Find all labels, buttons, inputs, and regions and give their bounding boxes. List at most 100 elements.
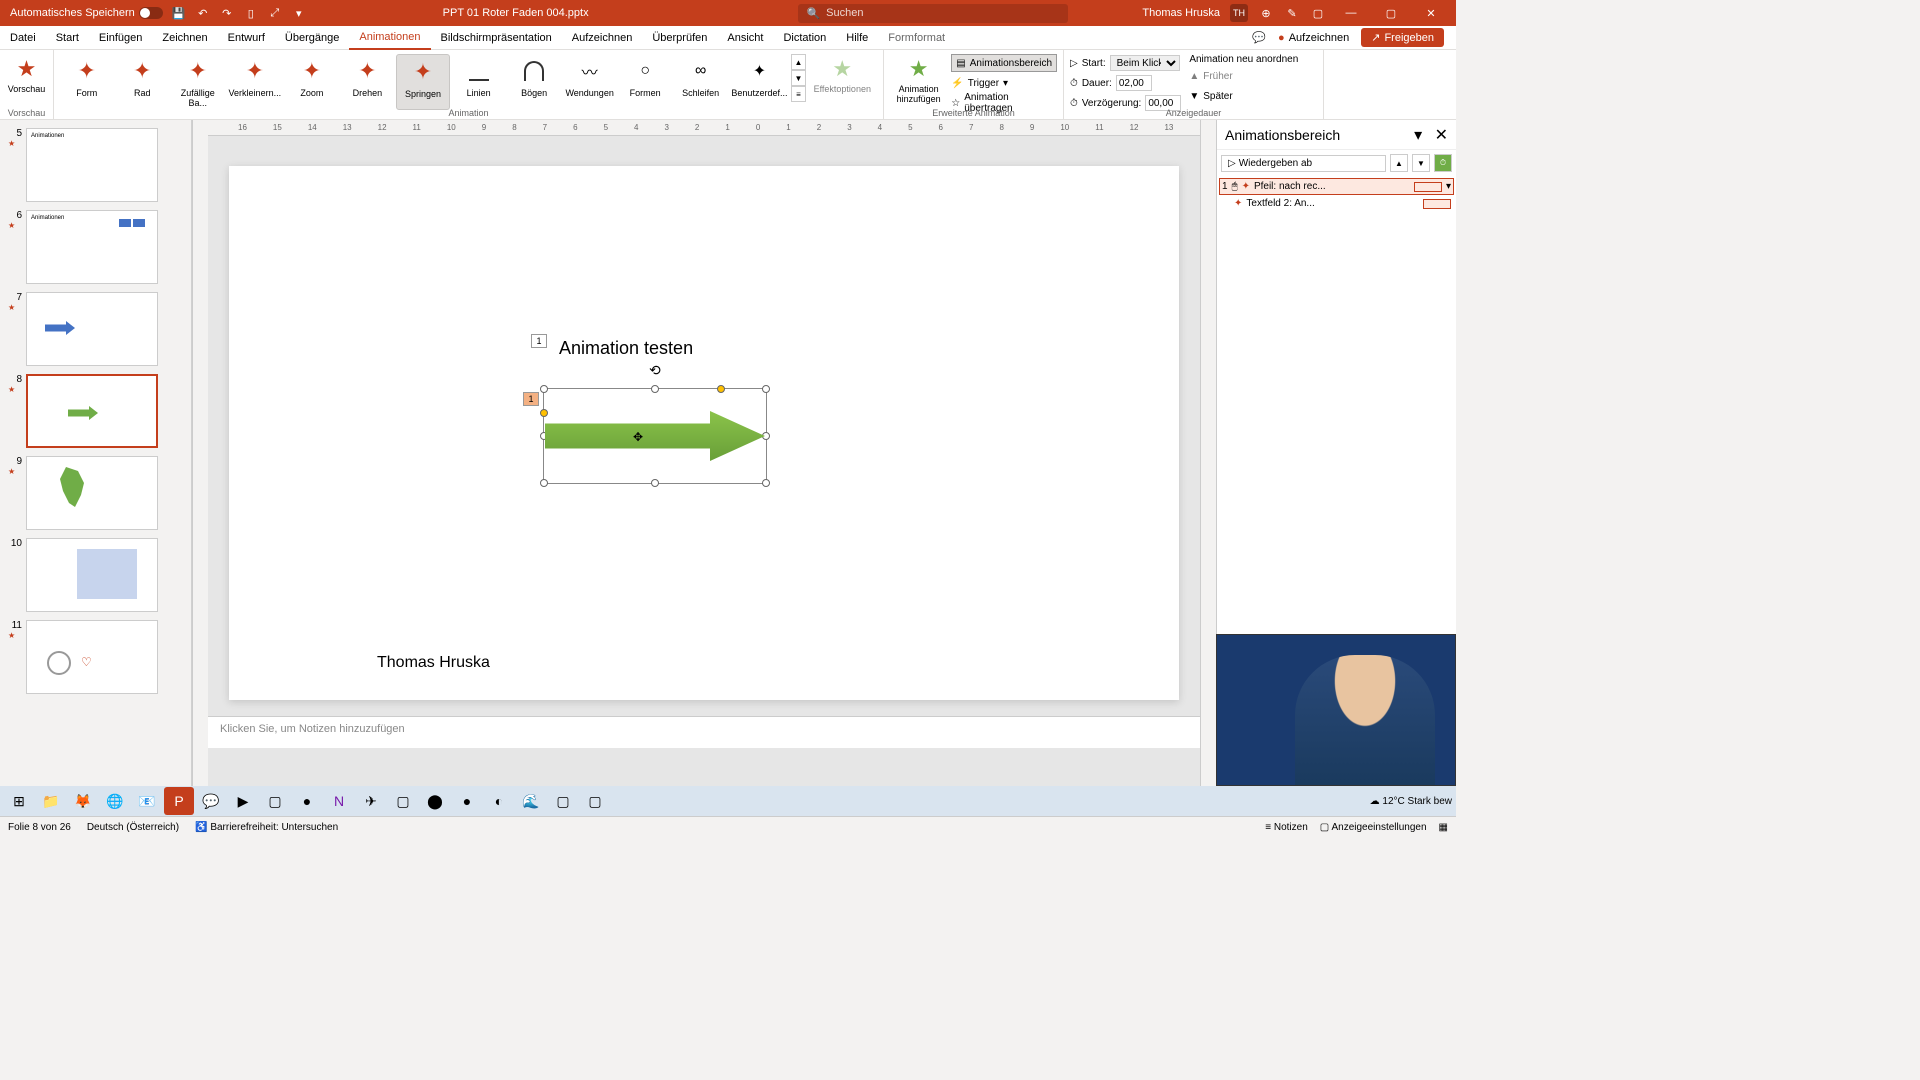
explorer-icon[interactable]: 📁 bbox=[36, 787, 66, 815]
maximize-button[interactable]: ▢ bbox=[1376, 0, 1406, 26]
gallery-more-icon[interactable]: ≡ bbox=[791, 86, 805, 102]
view-normal-icon[interactable]: ▦ bbox=[1439, 822, 1448, 833]
app5-icon[interactable]: ● bbox=[452, 787, 482, 815]
gallery-down-icon[interactable]: ▼ bbox=[791, 70, 805, 86]
canvas-scrollbar[interactable] bbox=[1200, 120, 1216, 816]
anim-formen[interactable]: ○Formen bbox=[618, 54, 672, 110]
anim-benutzer[interactable]: ✦Benutzerdef... bbox=[729, 54, 789, 110]
thumb-5[interactable]: Animationen bbox=[26, 128, 158, 202]
accessibility-label[interactable]: ♿ Barrierefreiheit: Untersuchen bbox=[195, 822, 338, 833]
anim-zoom[interactable]: ✦Zoom bbox=[285, 54, 339, 110]
anim-verkleinern[interactable]: ✦Verkleinern... bbox=[227, 54, 284, 110]
thumb-scrollbar[interactable] bbox=[192, 120, 208, 816]
thumb-7[interactable] bbox=[26, 292, 158, 366]
anim-rad[interactable]: ✦Rad bbox=[116, 54, 170, 110]
trigger-button[interactable]: ⚡ Trigger ▾ bbox=[951, 74, 1057, 92]
thumb-11[interactable]: ♡ bbox=[26, 620, 158, 694]
later-button[interactable]: ▼ Später bbox=[1189, 87, 1298, 105]
pane-close-icon[interactable]: ✕ bbox=[1435, 127, 1448, 144]
language-label[interactable]: Deutsch (Österreich) bbox=[87, 822, 179, 833]
anim-linien[interactable]: Linien bbox=[452, 54, 506, 110]
start-button[interactable]: ⊞ bbox=[4, 787, 34, 815]
item-dropdown-icon[interactable]: ▾ bbox=[1446, 181, 1451, 192]
vlc-icon[interactable]: ▶ bbox=[228, 787, 258, 815]
undo-icon[interactable]: ↶ bbox=[195, 5, 211, 21]
thumb-8[interactable] bbox=[26, 374, 158, 448]
tab-hilfe[interactable]: Hilfe bbox=[836, 26, 878, 50]
tab-aufzeichnen[interactable]: Aufzeichnen bbox=[562, 26, 643, 50]
display-settings-button[interactable]: ▢ Anzeigeeinstellungen bbox=[1320, 822, 1427, 833]
onenote-icon[interactable]: N bbox=[324, 787, 354, 815]
search-input[interactable] bbox=[826, 7, 1060, 19]
obs-icon[interactable]: ⬤ bbox=[420, 787, 450, 815]
username[interactable]: Thomas Hruska bbox=[1142, 7, 1220, 19]
anim-schleifen[interactable]: ∞Schleifen bbox=[674, 54, 728, 110]
rotate-handle-icon[interactable]: ⟲ bbox=[649, 362, 661, 379]
app2-icon[interactable]: ▢ bbox=[260, 787, 290, 815]
gallery-up-icon[interactable]: ▲ bbox=[791, 54, 805, 70]
redo-icon[interactable]: ↷ bbox=[219, 5, 235, 21]
thumb-9[interactable] bbox=[26, 456, 158, 530]
tab-entwurf[interactable]: Entwurf bbox=[218, 26, 275, 50]
tab-ubergange[interactable]: Übergänge bbox=[275, 26, 349, 50]
anim-list-item-1[interactable]: 1 🖱 ✦ Pfeil: nach rec... ▾ bbox=[1219, 178, 1454, 195]
share-button[interactable]: ↗Freigeben bbox=[1361, 28, 1444, 47]
autosave-toggle[interactable]: Automatisches Speichern bbox=[10, 7, 163, 19]
weather-widget[interactable]: ☁ 12°C Stark bew bbox=[1370, 796, 1452, 807]
move-down-button[interactable]: ▼ bbox=[1412, 154, 1430, 172]
anim-tag-2[interactable]: 1 bbox=[523, 392, 539, 406]
record-button[interactable]: ●Aufzeichnen bbox=[1278, 32, 1349, 44]
filename[interactable]: PPT 01 Roter Faden 004.pptx bbox=[443, 7, 589, 19]
slide-thumbnails[interactable]: 5★Animationen 6★Animationen 7★ 8★ 9★ 10 … bbox=[0, 120, 192, 816]
save-icon[interactable]: 💾 bbox=[171, 5, 187, 21]
timing-button[interactable]: ⏱ bbox=[1434, 154, 1452, 172]
tab-ansicht[interactable]: Ansicht bbox=[717, 26, 773, 50]
tab-datei[interactable]: Datei bbox=[0, 26, 46, 50]
app-icon[interactable]: 💬 bbox=[196, 787, 226, 815]
touch-icon[interactable]: ⤢ bbox=[267, 5, 283, 21]
slideshow-icon[interactable]: ▯ bbox=[243, 5, 259, 21]
app7-icon[interactable]: ▢ bbox=[548, 787, 578, 815]
slide-counter[interactable]: Folie 8 von 26 bbox=[8, 822, 71, 833]
close-button[interactable]: ✕ bbox=[1416, 0, 1446, 26]
outlook-icon[interactable]: 📧 bbox=[132, 787, 162, 815]
minimize-button[interactable]: — bbox=[1336, 0, 1366, 26]
web-icon[interactable]: ⊕ bbox=[1258, 5, 1274, 21]
slide-footer-text[interactable]: Thomas Hruska bbox=[377, 654, 490, 672]
edge-icon[interactable]: 🌊 bbox=[516, 787, 546, 815]
user-avatar[interactable]: TH bbox=[1230, 4, 1248, 22]
tab-zeichnen[interactable]: Zeichnen bbox=[152, 26, 217, 50]
tab-start[interactable]: Start bbox=[46, 26, 89, 50]
app8-icon[interactable]: ▢ bbox=[580, 787, 610, 815]
pane-collapse-icon[interactable]: ▾ bbox=[1414, 127, 1422, 144]
chrome-icon[interactable]: 🌐 bbox=[100, 787, 130, 815]
preview-button[interactable]: ★ Vorschau bbox=[6, 54, 47, 96]
app6-icon[interactable]: ◐ bbox=[484, 787, 514, 815]
add-animation-button[interactable]: ★ Animation hinzufügen bbox=[890, 54, 947, 112]
slide-title-text[interactable]: Animation testen bbox=[559, 338, 693, 359]
tab-einfugen[interactable]: Einfügen bbox=[89, 26, 152, 50]
tab-dictation[interactable]: Dictation bbox=[773, 26, 836, 50]
anim-springen[interactable]: ✦Springen bbox=[396, 54, 450, 110]
animation-pane-button[interactable]: ▤ Animationsbereich bbox=[951, 54, 1057, 72]
anim-list-item-2[interactable]: ✦ Textfeld 2: An... bbox=[1219, 195, 1454, 212]
anim-zufallige[interactable]: ✦Zufällige Ba... bbox=[171, 54, 225, 110]
draw-icon[interactable]: ✎ bbox=[1284, 5, 1300, 21]
move-up-button[interactable]: ▲ bbox=[1390, 154, 1408, 172]
app4-icon[interactable]: ▢ bbox=[388, 787, 418, 815]
slide-canvas[interactable]: 1 Animation testen ⟲ 1 ✥ bbox=[229, 166, 1179, 700]
notes-area[interactable]: Klicken Sie, um Notizen hinzuzufügen bbox=[208, 716, 1200, 748]
firefox-icon[interactable]: 🦊 bbox=[68, 787, 98, 815]
start-select[interactable]: Beim Klicken bbox=[1110, 55, 1180, 71]
comments-icon[interactable]: 💬 bbox=[1252, 31, 1266, 44]
search-box[interactable]: 🔍 bbox=[798, 4, 1068, 23]
powerpoint-icon[interactable]: P bbox=[164, 787, 194, 815]
anim-wendungen[interactable]: 〰Wendungen bbox=[563, 54, 617, 110]
tab-uberprufen[interactable]: Überprüfen bbox=[642, 26, 717, 50]
duration-input[interactable] bbox=[1116, 75, 1152, 91]
anim-bogen[interactable]: Bögen bbox=[507, 54, 561, 110]
anim-tag-1[interactable]: 1 bbox=[531, 334, 547, 348]
thumb-10[interactable] bbox=[26, 538, 158, 612]
tab-formformat[interactable]: Formformat bbox=[878, 26, 955, 50]
telegram-icon[interactable]: ✈ bbox=[356, 787, 386, 815]
